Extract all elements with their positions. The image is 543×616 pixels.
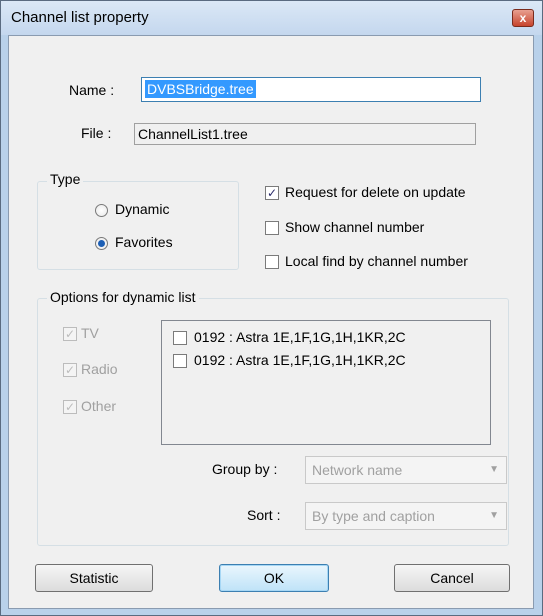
chevron-down-icon: ▼ xyxy=(489,464,499,475)
checkbox-radio-label[interactable]: Radio xyxy=(81,361,118,377)
radio-favorites-label[interactable]: Favorites xyxy=(115,234,173,250)
sort-label: Sort : xyxy=(247,507,281,523)
group-by-label: Group by : xyxy=(212,461,278,477)
sort-select[interactable]: By type and caption ▼ xyxy=(305,502,507,530)
checkbox-local-find-label[interactable]: Local find by channel number xyxy=(285,253,468,269)
name-input[interactable]: DVBSBridge.tree xyxy=(141,77,481,102)
title-bar[interactable]: Channel list property x xyxy=(1,1,542,35)
dialog-window: Channel list property x Name : DVBSBridg… xyxy=(0,0,543,616)
checkbox-other-label[interactable]: Other xyxy=(81,398,116,414)
checkbox-satellite-1[interactable] xyxy=(173,331,187,345)
dialog-body: Name : DVBSBridge.tree File : ChannelLis… xyxy=(8,35,534,609)
file-field: ChannelList1.tree xyxy=(134,123,476,145)
checkbox-show-channel-number[interactable] xyxy=(265,221,279,235)
checkbox-other[interactable]: ✓ xyxy=(63,400,77,414)
group-by-value: Network name xyxy=(312,462,403,478)
checkbox-satellite-2[interactable] xyxy=(173,354,187,368)
dynamic-group-title: Options for dynamic list xyxy=(47,289,199,305)
checkbox-radio[interactable]: ✓ xyxy=(63,363,77,377)
statistic-button[interactable]: Statistic xyxy=(35,564,153,592)
window-title: Channel list property xyxy=(11,9,149,26)
name-label: Name : xyxy=(69,82,115,98)
checkbox-request-delete-label[interactable]: Request for delete on update xyxy=(285,184,466,200)
radio-dynamic[interactable] xyxy=(95,204,108,217)
file-label: File : xyxy=(81,125,112,141)
checkbox-request-delete[interactable]: ✓ xyxy=(265,186,279,200)
group-by-select[interactable]: Network name ▼ xyxy=(305,456,507,484)
cancel-button[interactable]: Cancel xyxy=(394,564,510,592)
satellite-item-1[interactable]: 0192 : Astra 1E,1F,1G,1H,1KR,2C xyxy=(194,329,406,345)
type-group-title: Type xyxy=(47,171,84,187)
ok-button[interactable]: OK xyxy=(219,564,329,592)
checkbox-tv[interactable]: ✓ xyxy=(63,327,77,341)
sort-value: By type and caption xyxy=(312,508,435,524)
name-input-value: DVBSBridge.tree xyxy=(145,80,256,98)
checkbox-local-find[interactable] xyxy=(265,255,279,269)
type-groupbox xyxy=(37,181,239,270)
chevron-down-icon: ▼ xyxy=(489,510,499,521)
checkbox-show-channel-number-label[interactable]: Show channel number xyxy=(285,219,424,235)
radio-dynamic-label[interactable]: Dynamic xyxy=(115,201,169,217)
satellite-item-2[interactable]: 0192 : Astra 1E,1F,1G,1H,1KR,2C xyxy=(194,352,406,368)
satellite-listbox[interactable]: 0192 : Astra 1E,1F,1G,1H,1KR,2C 0192 : A… xyxy=(161,320,491,445)
checkbox-tv-label[interactable]: TV xyxy=(81,325,99,341)
close-icon: x xyxy=(519,11,527,25)
close-button[interactable]: x xyxy=(512,9,534,27)
radio-favorites[interactable] xyxy=(95,237,108,250)
